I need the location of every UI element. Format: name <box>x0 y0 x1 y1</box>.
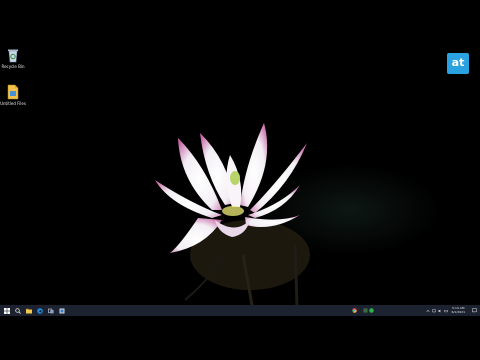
task-view-icon <box>47 308 54 313</box>
file-explorer-icon <box>25 308 32 313</box>
recycle-bin-icon <box>8 49 18 63</box>
task-view-button[interactable] <box>46 306 55 315</box>
file-icon <box>7 84 19 100</box>
volume-icon <box>438 309 441 312</box>
app-icon <box>59 308 64 313</box>
chevron-up-icon <box>426 309 430 312</box>
tray-status[interactable] <box>368 308 374 314</box>
edge-icon <box>36 307 43 314</box>
clock-date: 6/1/2021 <box>451 309 465 314</box>
search-button[interactable] <box>13 306 22 315</box>
letterbox-bottom <box>0 316 480 360</box>
desktop-icon-recycle-bin[interactable]: Recycle Bin <box>0 47 26 69</box>
taskbar-clock[interactable]: 5:14 AM 6/1/2021 <box>451 306 465 314</box>
battery-icon <box>444 309 448 312</box>
brand-logo-badge: at <box>447 53 469 74</box>
tray-battery[interactable] <box>444 308 449 314</box>
search-icon <box>14 307 21 314</box>
tray-network[interactable] <box>432 308 437 314</box>
edge-button[interactable] <box>35 306 44 315</box>
pinned-app-button[interactable] <box>57 306 66 315</box>
file-explorer-button[interactable] <box>24 306 33 315</box>
tray-volume[interactable] <box>438 308 443 314</box>
status-icon <box>368 308 374 313</box>
tray-chevron[interactable] <box>426 308 431 314</box>
notification-button[interactable] <box>472 308 477 314</box>
screen: Recycle Bin Untitled Files at 5:14 AM 6/… <box>0 0 480 360</box>
desktop-icon-label: Untitled Files <box>0 101 26 106</box>
desktop-icon-untitled-files[interactable]: Untitled Files <box>0 84 26 106</box>
system-tray: 5:14 AM 6/1/2021 <box>351 305 480 316</box>
start-button[interactable] <box>2 306 11 315</box>
windows-start-icon <box>3 307 10 314</box>
chrome-icon <box>351 308 357 313</box>
notification-icon <box>472 308 477 313</box>
network-icon <box>432 308 436 313</box>
desktop-icon-label: Recycle Bin <box>1 64 25 69</box>
taskbar: 5:14 AM 6/1/2021 <box>0 305 480 316</box>
lotus-wallpaper <box>155 123 440 305</box>
tray-app[interactable] <box>362 308 368 314</box>
desktop[interactable] <box>0 45 480 305</box>
tray-app-chrome[interactable] <box>351 308 357 314</box>
app-icon <box>362 308 368 313</box>
